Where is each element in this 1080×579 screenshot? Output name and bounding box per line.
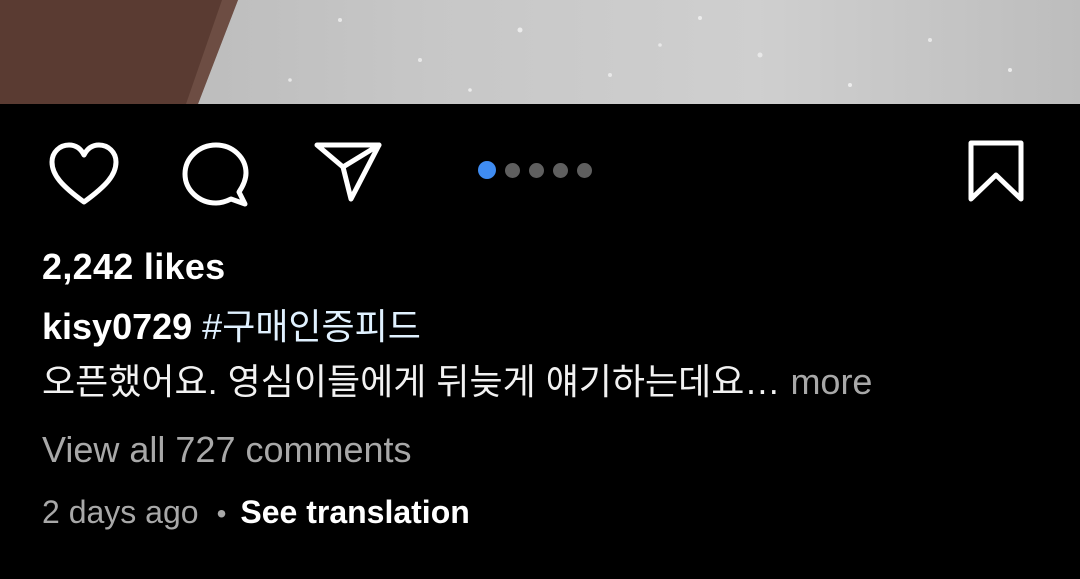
carousel-dot — [478, 161, 496, 179]
carousel-dot — [505, 162, 520, 178]
caption-preview: 오픈했어요. 영심이들에게 뒤늦게 얘기하는데요… — [42, 361, 781, 402]
share-button[interactable] — [313, 141, 383, 203]
caption-header: kisy0729 #구매인증피드 — [42, 305, 421, 349]
bookmark-icon — [968, 140, 1024, 202]
likes-count[interactable]: 2,242 likes — [42, 245, 225, 289]
meta-separator: • — [216, 498, 227, 529]
carousel-indicator — [478, 161, 592, 179]
comment-bubble-icon — [182, 142, 249, 207]
see-translation-link[interactable]: See translation — [240, 494, 469, 530]
carousel-dot — [553, 162, 568, 178]
caption-text: 오픈했어요. 영심이들에게 뒤늦게 얘기하는데요… more — [42, 360, 872, 404]
post-image[interactable] — [0, 0, 1080, 104]
more-link[interactable]: more — [790, 361, 872, 402]
post-meta: 2 days ago • See translation — [42, 492, 470, 534]
post-action-bar — [0, 104, 1080, 234]
carousel-dot — [529, 162, 544, 178]
post-image-content — [0, 0, 1012, 104]
carousel-dot — [577, 162, 592, 178]
save-button[interactable] — [967, 139, 1025, 203]
post-timestamp: 2 days ago — [42, 494, 199, 530]
comment-button[interactable] — [181, 141, 251, 209]
heart-icon — [49, 142, 119, 205]
username-link[interactable]: kisy0729 — [42, 306, 192, 347]
hashtag-link[interactable]: #구매인증피드 — [202, 306, 421, 347]
view-all-comments-link[interactable]: View all 727 comments — [42, 428, 412, 472]
like-button[interactable] — [48, 142, 120, 206]
paper-plane-icon — [314, 142, 382, 202]
